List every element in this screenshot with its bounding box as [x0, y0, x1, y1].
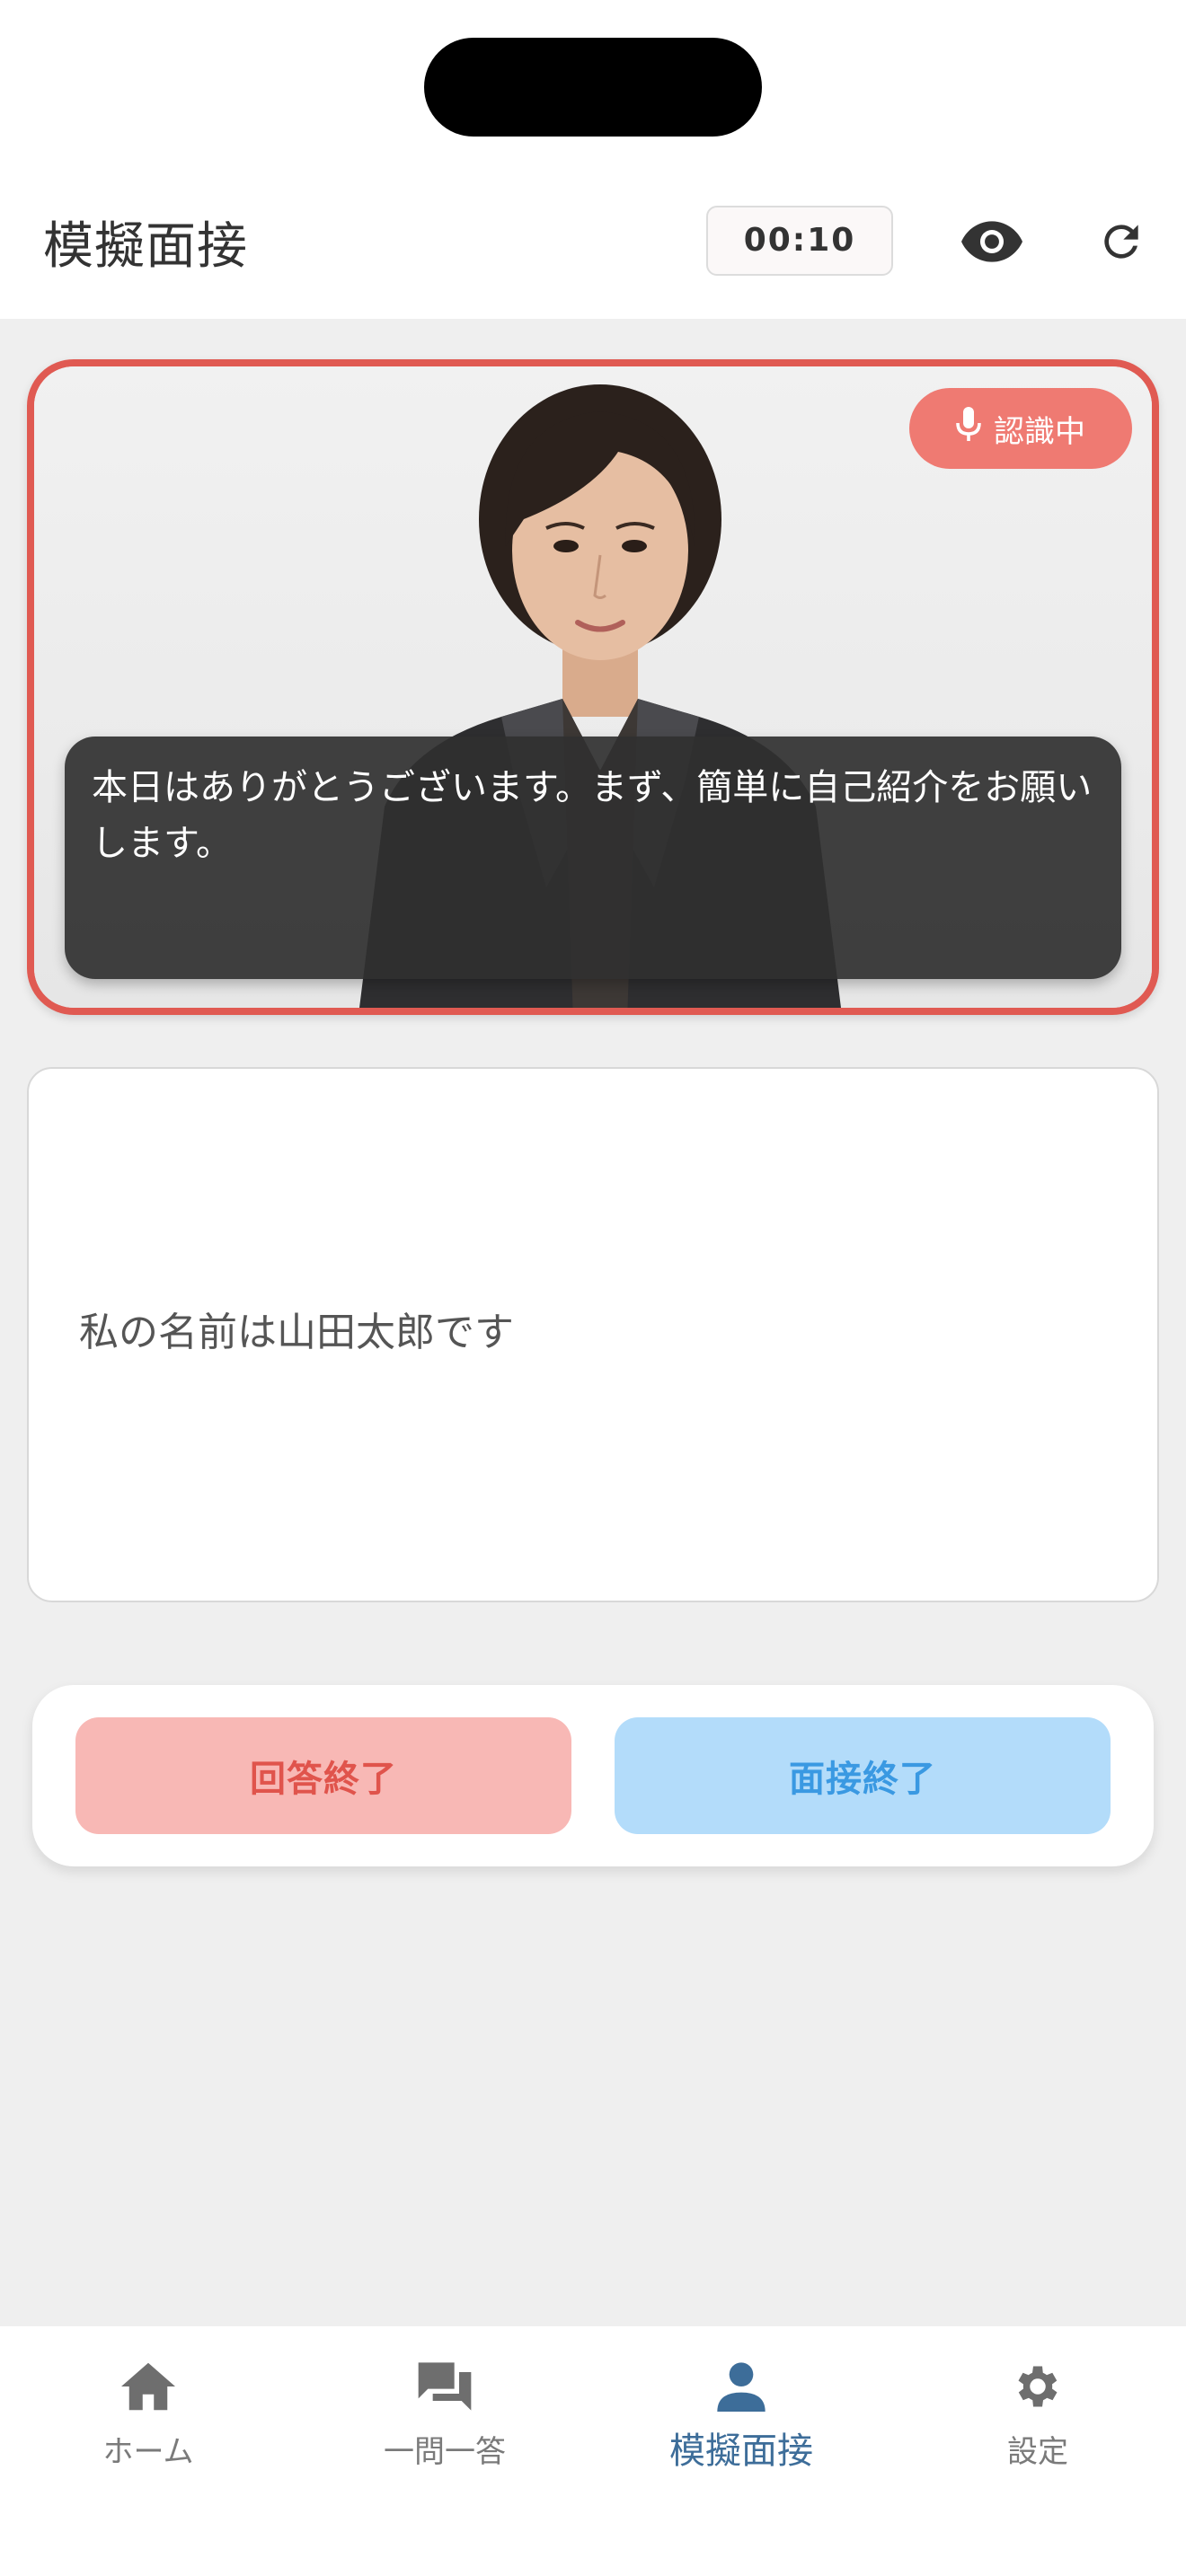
- gear-icon: [1006, 2355, 1069, 2418]
- interviewer-video: 認識中 本日はありがとうございます。まず、簡単に自己紹介をお願いします。: [27, 359, 1159, 1015]
- answer-done-button[interactable]: 回答終了: [75, 1717, 571, 1834]
- nav-label-home: ホーム: [102, 2434, 194, 2470]
- nav-label-qa: 一問一答: [384, 2434, 506, 2470]
- elapsed-timer: 00:10: [706, 206, 893, 276]
- refresh-icon[interactable]: [1089, 209, 1154, 274]
- nav-label-mock-interview: 模擬面接: [669, 2430, 813, 2472]
- transcript-text: 私の名前は山田太郎です: [79, 1310, 514, 1355]
- recognizing-label: 認識中: [994, 413, 1085, 450]
- header-bar: 模擬面接 00:10: [0, 175, 1186, 319]
- status-bar: [0, 0, 1186, 175]
- recognizing-badge: 認識中: [909, 388, 1132, 469]
- nav-item-mock-interview[interactable]: 模擬面接: [593, 2346, 890, 2490]
- person-icon: [710, 2355, 773, 2418]
- chat-icon: [413, 2355, 476, 2418]
- app-screen: 模擬面接 00:10 認識中 本日はありがとうございます。まず、簡単に自己紹介を…: [0, 0, 1186, 2576]
- dynamic-island: [424, 38, 762, 137]
- nav-item-qa[interactable]: 一問一答: [296, 2346, 593, 2490]
- question-caption: 本日はありがとうございます。まず、簡単に自己紹介をお願いします。: [65, 737, 1121, 979]
- nav-item-settings[interactable]: 設定: [890, 2346, 1186, 2490]
- action-panel: 回答終了 面接終了: [32, 1685, 1154, 1866]
- bottom-navigation: ホーム 一問一答 模擬面接 設定: [0, 2326, 1186, 2576]
- end-interview-button[interactable]: 面接終了: [615, 1717, 1111, 1834]
- page-title: 模擬面接: [43, 217, 248, 276]
- eye-icon[interactable]: [960, 209, 1024, 274]
- nav-label-settings: 設定: [1007, 2434, 1068, 2470]
- home-icon: [117, 2355, 180, 2418]
- microphone-icon: [956, 406, 981, 451]
- nav-item-home[interactable]: ホーム: [0, 2346, 296, 2490]
- answer-transcript-box: 私の名前は山田太郎です: [27, 1067, 1159, 1602]
